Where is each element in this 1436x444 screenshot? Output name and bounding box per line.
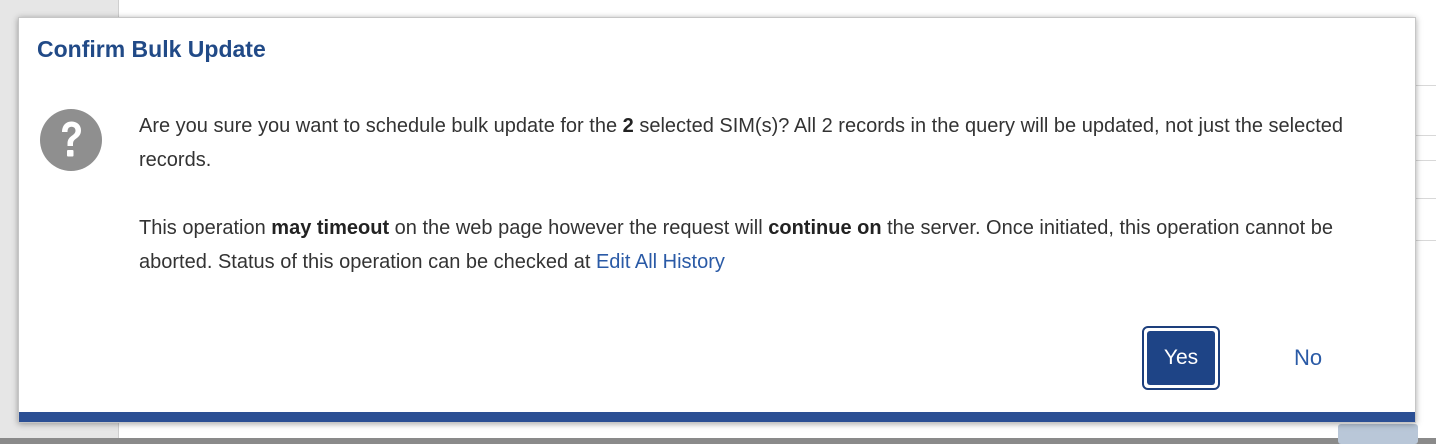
dialog-accent-bar: [19, 412, 1415, 422]
confirm-dialog: Confirm Bulk Update Are you sure you wan…: [18, 17, 1416, 423]
background-divider: [1414, 198, 1436, 199]
message-text: Are you sure you want to schedule bulk u…: [139, 115, 623, 137]
dialog-title: Confirm Bulk Update: [37, 36, 266, 62]
message-text: This operation: [139, 217, 272, 239]
yes-button[interactable]: Yes: [1142, 326, 1220, 390]
dialog-message: Are you sure you want to schedule bulk u…: [139, 109, 1404, 313]
no-button[interactable]: No: [1273, 336, 1343, 380]
question-circle-icon: [40, 109, 102, 171]
background-divider: [1414, 160, 1436, 161]
emphasis-text: may timeout: [271, 217, 390, 239]
background-divider: [1414, 240, 1436, 241]
selected-count: 2: [622, 115, 634, 137]
message-text: on the web page however the request will: [389, 217, 769, 239]
yes-button-label: Yes: [1147, 331, 1215, 385]
background-divider: [1414, 85, 1436, 86]
background-button: [1338, 424, 1418, 444]
edit-all-history-link[interactable]: Edit All History: [596, 251, 725, 273]
emphasis-text: continue on: [768, 217, 882, 239]
background-divider: [1414, 135, 1436, 136]
timeout-warning: This operation may timeout on the web pa…: [139, 211, 1404, 279]
confirm-question: Are you sure you want to schedule bulk u…: [139, 109, 1404, 177]
